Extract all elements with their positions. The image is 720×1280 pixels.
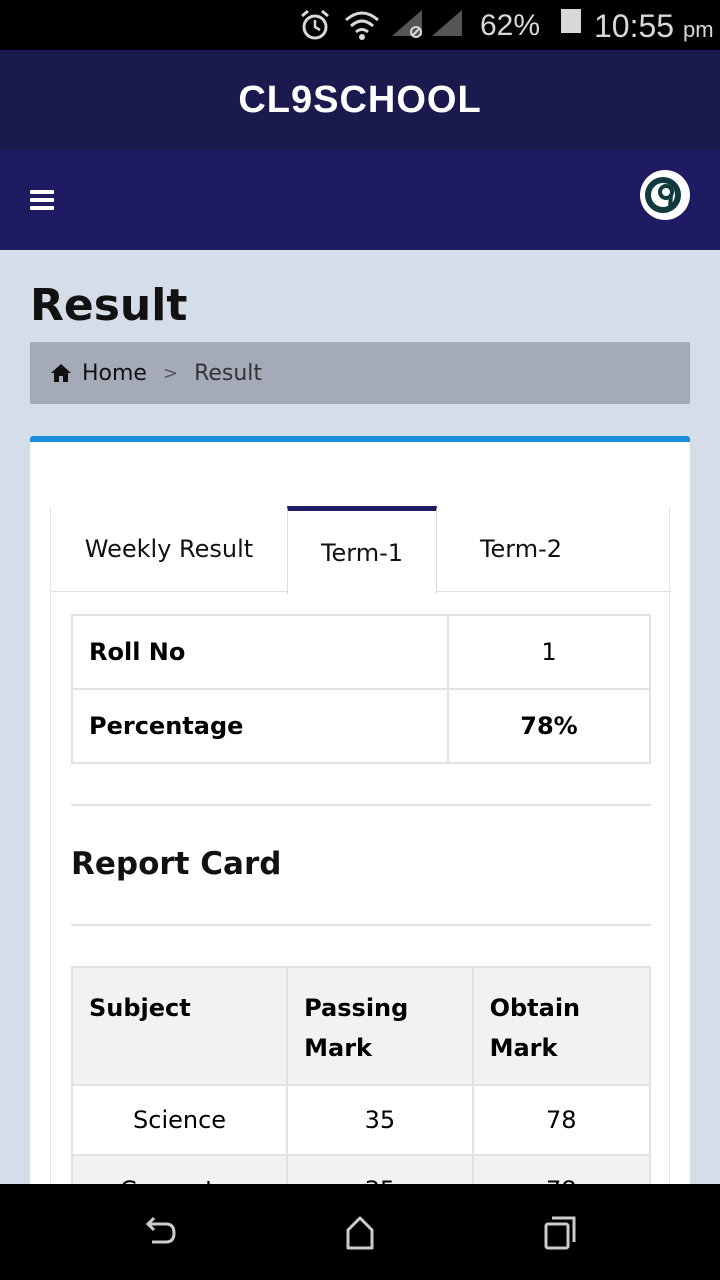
table-row: Science 35 78	[70, 1084, 652, 1156]
report-card-table: Subject Passing Mark Obtain Mark Science…	[70, 966, 652, 1184]
summary-table: Roll No 1 Percentage 78%	[71, 614, 651, 764]
roll-no-value: 1	[447, 614, 651, 690]
page-title: Result	[30, 280, 188, 331]
column-header-obtain-mark: Obtain Mark	[471, 966, 652, 1086]
nav-bar	[0, 150, 720, 250]
tab-term-1[interactable]: Term-1	[287, 506, 437, 594]
breadcrumb-home-link[interactable]: Home	[82, 361, 147, 386]
home-nav-icon[interactable]	[340, 1212, 380, 1252]
table-row: Roll No 1	[71, 614, 651, 690]
clock-time: 10:55	[594, 8, 675, 44]
wifi-icon	[345, 11, 379, 40]
roll-no-label: Roll No	[71, 614, 449, 690]
divider	[71, 804, 651, 806]
table-header-row: Subject Passing Mark Obtain Mark	[70, 966, 652, 1086]
result-card: Weekly Result Term-1 Term-2 Roll No 1 Pe…	[30, 436, 690, 1184]
clock-ampm: pm	[682, 17, 714, 42]
percentage-label: Percentage	[71, 688, 449, 764]
breadcrumb-current: Result	[194, 360, 263, 386]
recent-apps-icon[interactable]	[540, 1212, 580, 1252]
signal-icon	[392, 10, 422, 38]
clock: 10:55 pm	[594, 8, 714, 48]
divider	[71, 924, 651, 926]
tab-bar: Weekly Result Term-1 Term-2	[51, 506, 671, 594]
subject-cell: Science	[70, 1084, 289, 1156]
battery-percentage: 62%	[480, 9, 541, 42]
system-navigation-bar	[0, 1184, 720, 1280]
column-header-passing-mark: Passing Mark	[286, 966, 474, 1086]
obtain-mark-cell: 78	[471, 1084, 652, 1156]
percentage-value: 78%	[447, 688, 651, 764]
passing-mark-cell: 35	[286, 1154, 474, 1184]
hamburger-menu-icon[interactable]	[30, 190, 54, 210]
passing-mark-cell: 35	[286, 1084, 474, 1156]
subject-cell: Computer	[70, 1154, 289, 1184]
table-row: Percentage 78%	[71, 688, 651, 764]
main-content: Result Home > Result Weekly Result Term-…	[0, 250, 720, 1184]
breadcrumb-separator: >	[162, 362, 179, 384]
column-header-subject: Subject	[70, 966, 289, 1086]
signal-icon	[432, 10, 462, 36]
cl9-logo-icon[interactable]	[640, 170, 690, 220]
app-header: CL9SCHOOL	[0, 50, 720, 150]
table-row: Computer 35 78	[70, 1154, 652, 1184]
back-icon[interactable]	[140, 1212, 180, 1252]
home-icon[interactable]	[50, 363, 72, 383]
tab-panel: Weekly Result Term-1 Term-2 Roll No 1 Pe…	[50, 506, 671, 1184]
battery-icon	[561, 9, 581, 33]
alarm-icon	[301, 9, 329, 40]
breadcrumb: Home > Result	[30, 342, 690, 404]
report-card-title: Report Card	[71, 846, 282, 882]
obtain-mark-cell: 78	[471, 1154, 652, 1184]
tab-weekly-result[interactable]: Weekly Result	[51, 506, 287, 592]
app-title: CL9SCHOOL	[238, 78, 482, 121]
tab-term-2[interactable]: Term-2	[437, 506, 605, 592]
status-bar: 62% 10:55 pm	[0, 0, 720, 50]
